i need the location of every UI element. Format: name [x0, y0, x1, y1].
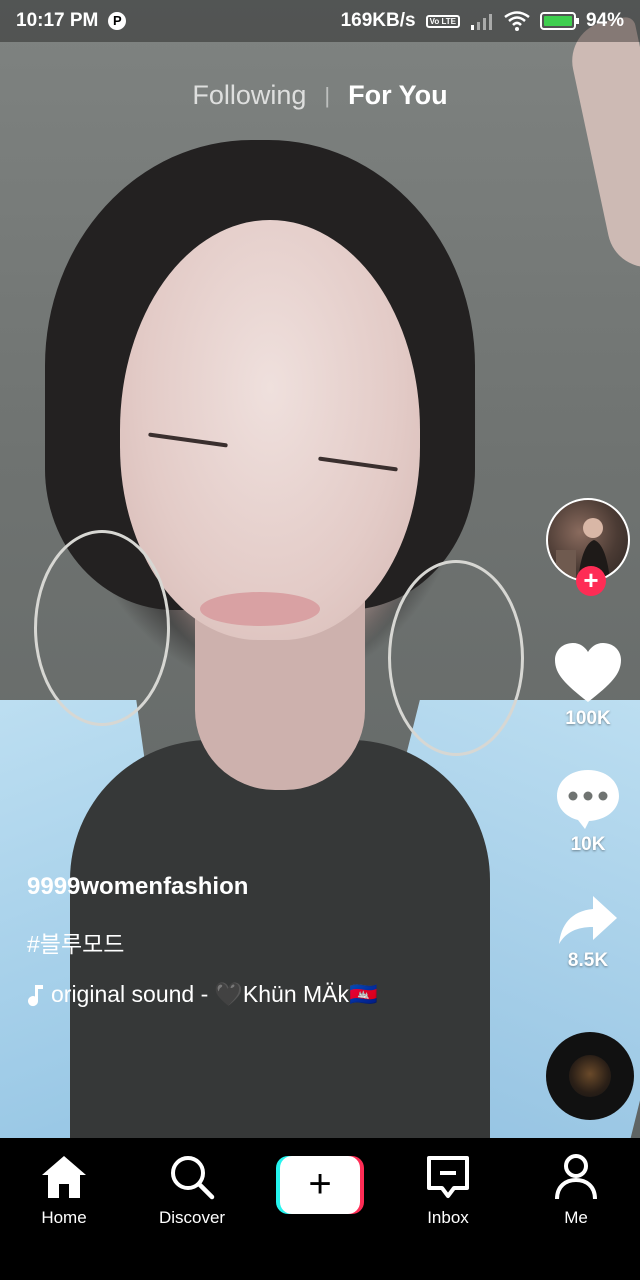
battery-icon [539, 12, 579, 30]
nav-inbox[interactable]: Inbox [393, 1152, 503, 1228]
tab-for-you[interactable]: For You [348, 80, 448, 111]
nav-me-label: Me [564, 1208, 588, 1227]
share-action[interactable]: 8.5K [557, 894, 619, 972]
nav-me[interactable]: Me [521, 1152, 631, 1228]
bottom-nav: Home Discover + Inbox Me [0, 1138, 640, 1280]
creator-avatar[interactable]: + [546, 498, 630, 596]
profile-icon[interactable] [554, 1153, 598, 1201]
status-left: 10:17 PM P [16, 10, 127, 32]
nav-home-label: Home [41, 1208, 87, 1227]
nav-discover-label: Discover [158, 1208, 226, 1227]
like-action[interactable]: 100K [553, 642, 623, 730]
notification-app-icon: P [108, 12, 127, 30]
cell-signal-icon [470, 14, 492, 30]
search-icon[interactable] [169, 1154, 215, 1200]
music-disc[interactable] [546, 1032, 634, 1120]
comment-action[interactable]: 10K [555, 768, 621, 856]
status-time: 10:17 PM [16, 10, 99, 31]
nav-discover[interactable]: Discover [137, 1152, 247, 1228]
status-right: 169KB/s Vo LTE 94% [341, 10, 624, 32]
video-hand [564, 15, 640, 275]
comment-icon[interactable] [555, 768, 621, 830]
wifi-icon [504, 11, 530, 31]
sound-title: original sound - [51, 981, 209, 1007]
video-face [120, 220, 420, 640]
battery-cap [575, 18, 579, 24]
nav-inbox-label: Inbox [427, 1208, 469, 1227]
share-arrow-icon[interactable] [557, 894, 619, 946]
video-caption: 9999womenfashion #블루모드 original sound - … [27, 873, 378, 1008]
inbox-icon[interactable] [425, 1154, 471, 1200]
create-button[interactable]: + [276, 1156, 364, 1214]
battery-fill [543, 16, 573, 26]
follow-button[interactable]: + [576, 566, 606, 596]
sound-author: 🖤Khün MÄk🇰🇭 [214, 981, 378, 1007]
creator-username[interactable]: 9999womenfashion [27, 873, 378, 901]
share-count: 8.5K [567, 950, 609, 971]
feed-tabs: Following | For You [0, 80, 640, 111]
video-earring-right [388, 560, 524, 756]
hashtag-link[interactable]: #블루모드 [27, 925, 378, 959]
nav-create[interactable]: + [265, 1152, 375, 1214]
tab-following[interactable]: Following [192, 80, 306, 111]
nav-me-icon-wrap [554, 1152, 598, 1202]
like-count: 100K [565, 708, 611, 729]
home-icon[interactable] [39, 1153, 89, 1201]
nav-home-icon-wrap [39, 1152, 89, 1202]
heart-icon[interactable] [553, 642, 623, 704]
network-speed: 169KB/s [340, 10, 416, 31]
sound-link[interactable]: original sound - 🖤Khün MÄk🇰🇭 [27, 981, 378, 1008]
volte-icon: Vo LTE [425, 14, 460, 28]
comment-count: 10K [570, 834, 606, 855]
nav-discover-icon-wrap [169, 1152, 215, 1202]
tab-divider: | [324, 82, 331, 108]
video-earring-left [34, 530, 170, 726]
status-bar: 10:17 PM P 169KB/s Vo LTE 94% [0, 0, 640, 42]
action-rail: + 100K 10K 8.5K [544, 498, 632, 972]
music-disc-cover [569, 1055, 611, 1097]
plus-icon[interactable]: + [280, 1156, 360, 1214]
battery-percent: 94% [585, 10, 624, 31]
tiktok-feed-screen: 10:17 PM P 169KB/s Vo LTE 94% Following … [0, 0, 640, 1280]
video-lips [200, 592, 320, 626]
music-note-icon [28, 984, 43, 1006]
nav-inbox-icon-wrap [425, 1152, 471, 1202]
nav-home[interactable]: Home [9, 1152, 119, 1228]
